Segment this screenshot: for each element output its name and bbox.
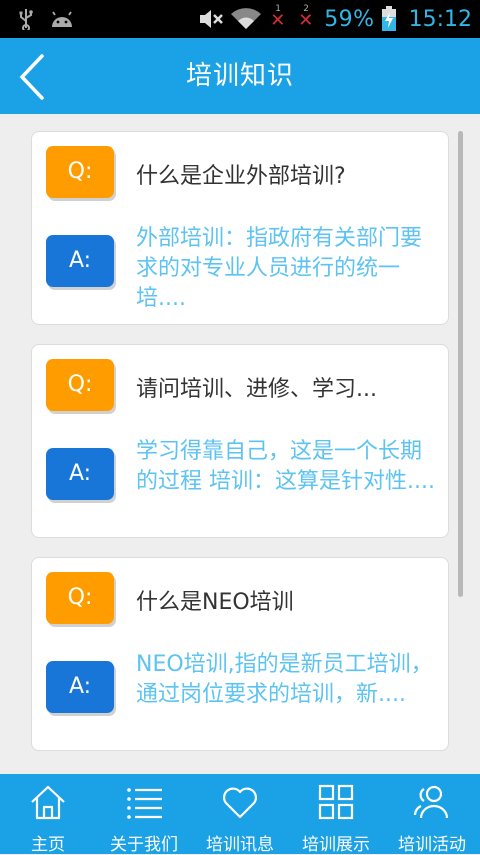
sim1-no-signal-icon: 1 ✕ bbox=[270, 4, 286, 31]
home-icon bbox=[31, 785, 65, 820]
nav-label: 培训展示 bbox=[302, 835, 370, 855]
status-bar: 1 ✕ 2 ✕ 59% 15:12 bbox=[0, 0, 480, 38]
android-icon bbox=[52, 11, 72, 27]
nav-label: 关于我们 bbox=[110, 835, 178, 855]
question-text: 什么是NEO培训 bbox=[136, 590, 294, 615]
page-title: 培训知识 bbox=[185, 61, 294, 91]
grid-icon bbox=[318, 784, 354, 820]
question-badge: Q: bbox=[46, 572, 114, 624]
nav-label: 培训活动 bbox=[398, 835, 466, 855]
question-badge: Q: bbox=[46, 146, 114, 198]
users-icon bbox=[413, 785, 449, 819]
answer-badge: A: bbox=[46, 661, 114, 713]
nav-item-about[interactable]: 关于我们 bbox=[96, 774, 192, 855]
nav-item-home[interactable]: 主页 bbox=[0, 774, 96, 855]
question-badge: Q: bbox=[46, 359, 114, 411]
list-icon bbox=[127, 788, 162, 819]
question-text: 什么是企业外部培训? bbox=[136, 164, 346, 189]
nav-item-activities[interactable]: 培训活动 bbox=[384, 774, 480, 855]
clock: 15:12 bbox=[408, 6, 472, 32]
answer-badge: A: bbox=[46, 235, 114, 287]
wifi-icon bbox=[231, 8, 262, 29]
qa-card[interactable]: Q: 请问培训、进修、学习... A: 学习得靠自己，这是一个长期的过程 培训：… bbox=[31, 344, 449, 538]
nav-label: 主页 bbox=[31, 835, 65, 855]
nav-label: 培训讯息 bbox=[206, 835, 274, 855]
app-header: 培训知识 bbox=[0, 38, 480, 114]
question-text: 请问培训、进修、学习... bbox=[136, 377, 377, 402]
scrollbar[interactable] bbox=[458, 131, 463, 597]
bottom-nav: 主页 关于我们 培训讯息 培训展示 培训活动 bbox=[0, 774, 480, 855]
qa-card[interactable]: Q: 什么是企业外部培训? A: 外部培训：指政府有关部门要求的对专业人员进行的… bbox=[31, 131, 449, 325]
heart-icon bbox=[223, 787, 257, 819]
nav-item-showcase[interactable]: 培训展示 bbox=[288, 774, 384, 855]
battery-charging-icon bbox=[381, 6, 396, 31]
answer-text: NEO培训,指的是新员工培训，通过岗位要求的培训，新.... bbox=[136, 652, 433, 707]
answer-text: 外部培训：指政府有关部门要求的对专业人员进行的统一培.... bbox=[136, 226, 423, 311]
battery-percent: 59% bbox=[324, 6, 375, 32]
usb-icon bbox=[19, 9, 33, 30]
sim2-no-signal-icon: 2 ✕ bbox=[298, 4, 314, 31]
mute-icon bbox=[200, 10, 224, 28]
answer-badge: A: bbox=[46, 448, 114, 500]
qa-card[interactable]: Q: 什么是NEO培训 A: NEO培训,指的是新员工培训，通过岗位要求的培训，… bbox=[31, 557, 449, 751]
answer-text: 学习得靠自己，这是一个长期的过程 培训：这算是针对性.... bbox=[136, 439, 435, 494]
qa-list: Q: 什么是企业外部培训? A: 外部培训：指政府有关部门要求的对专业人员进行的… bbox=[31, 131, 449, 770]
nav-item-news[interactable]: 培训讯息 bbox=[192, 774, 288, 855]
